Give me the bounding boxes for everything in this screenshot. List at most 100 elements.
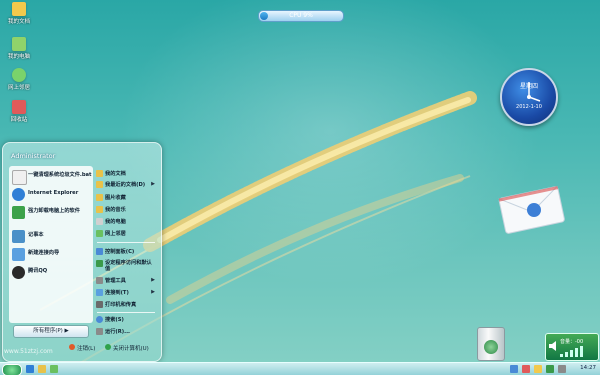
- printer-icon: [96, 301, 103, 308]
- all-programs-button[interactable]: 所有程序(P) ▶: [13, 325, 89, 338]
- places-item[interactable]: 控制面板(C): [95, 246, 157, 257]
- search-icon: [96, 316, 103, 323]
- uninstall-icon: [12, 206, 25, 219]
- places-item-label: 管理工具: [105, 278, 126, 284]
- clock-gadget[interactable]: 星期四 2012-1-10: [500, 68, 558, 126]
- taskbar: 14:27: [0, 362, 600, 375]
- desktop-icon-label: 我的文档: [7, 19, 30, 25]
- desktop-icon-docs[interactable]: 我的文档: [2, 2, 36, 25]
- qq-icon: [12, 266, 25, 279]
- pinned-item-label: 一键清理系统垃圾文件.bat: [28, 172, 92, 178]
- logoff-icon: [69, 344, 75, 350]
- clock-hands-icon: [527, 82, 541, 102]
- computer-icon: [96, 218, 103, 225]
- desktop-icon-label: 回收站: [10, 117, 28, 123]
- recycle-icon: [484, 340, 498, 354]
- volume-bars-icon: [560, 346, 583, 357]
- pinned-programs: 一键清理系统垃圾文件.bat Internet Explorer 强力卸载电脑上…: [9, 166, 93, 323]
- music-icon: [96, 206, 103, 213]
- places-item[interactable]: 图片收藏: [95, 192, 157, 203]
- shutdown-button[interactable]: 关闭计算机(U): [113, 344, 149, 352]
- menu-divider: [97, 312, 155, 313]
- ie-icon: [12, 188, 25, 201]
- admin-tools-icon: [96, 277, 103, 284]
- taskbar-clock[interactable]: 14:27: [580, 365, 596, 371]
- places-item[interactable]: 打印机和传真: [95, 299, 157, 310]
- network-icon: [12, 68, 26, 82]
- volume-label: 音量：-00: [560, 339, 584, 345]
- tray-network-icon[interactable]: [510, 365, 518, 373]
- places-item-label: 我的电脑: [105, 219, 126, 225]
- clock-date: 2012-1-10: [516, 104, 542, 110]
- mail-gadget-icon[interactable]: [496, 186, 568, 236]
- chevron-right-icon: ▶: [151, 277, 155, 283]
- desktop: 我的文档 我的电脑 网上邻居 回收站 CPU 9% 星期四 2012-1-10: [0, 0, 600, 375]
- pinned-item[interactable]: Internet Explorer: [12, 186, 92, 204]
- places-item[interactable]: 管理工具 ▶: [95, 275, 157, 286]
- recycle-bin-gadget[interactable]: [477, 327, 505, 361]
- folder-quicklaunch-icon[interactable]: [38, 365, 46, 373]
- desktop-icon-recycle[interactable]: 回收站: [2, 100, 36, 123]
- pinned-item[interactable]: 记事本: [12, 228, 92, 246]
- start-menu-username: Administrator: [11, 152, 56, 160]
- desktop-icon-network[interactable]: 网上邻居: [2, 68, 36, 91]
- pinned-item[interactable]: 新建连接向导: [12, 246, 92, 264]
- places-item[interactable]: 我最近的文档(D) ▶: [95, 179, 157, 190]
- places-item[interactable]: 运行(R)...: [95, 326, 157, 337]
- start-button[interactable]: [2, 364, 22, 375]
- connect-icon: [96, 289, 103, 296]
- places-item-label: 搜索(S): [105, 317, 124, 323]
- places-item-label: 运行(R)...: [105, 329, 131, 335]
- tray-ime-icon[interactable]: [558, 365, 566, 373]
- cpu-meter: CPU 9%: [258, 10, 344, 22]
- chevron-right-icon: ▶: [151, 289, 155, 295]
- docs-icon: [96, 170, 103, 177]
- pinned-item[interactable]: 强力卸载电脑上的软件: [12, 204, 92, 222]
- places-item-label: 我最近的文档(D): [105, 182, 146, 188]
- logoff-button[interactable]: 注销(L): [77, 344, 95, 352]
- pinned-item-label: 腾讯QQ: [28, 268, 48, 274]
- desktop-icon-label: 我的电脑: [7, 54, 30, 60]
- folder-icon: [12, 2, 26, 16]
- cpu-meter-label: CPU 9%: [289, 12, 313, 19]
- volume-gadget[interactable]: 音量：-00: [545, 333, 599, 361]
- notepad-icon: [12, 230, 25, 243]
- chevron-right-icon: ▶: [151, 181, 155, 187]
- places-item-label: 设定程序访问和默认值: [105, 260, 152, 272]
- run-icon: [96, 328, 103, 335]
- places-item[interactable]: 连接到(T) ▶: [95, 287, 157, 298]
- places-item[interactable]: 网上邻居: [95, 228, 157, 239]
- ie-quicklaunch-icon[interactable]: [26, 365, 34, 373]
- pictures-icon: [96, 194, 103, 201]
- defaults-icon: [96, 260, 103, 267]
- places-item[interactable]: 我的文档: [95, 168, 157, 179]
- places-item-label: 我的文档: [105, 171, 126, 177]
- places-item-label: 网上邻居: [105, 231, 126, 237]
- places-item[interactable]: 设定程序访问和默认值: [95, 258, 157, 273]
- desktop-quicklaunch-icon[interactable]: [50, 365, 58, 373]
- desktop-icon-computer[interactable]: 我的电脑: [2, 37, 36, 60]
- tray-sound-icon[interactable]: [546, 365, 554, 373]
- places-item[interactable]: 我的音乐: [95, 204, 157, 215]
- tray-security-icon[interactable]: [522, 365, 530, 373]
- places-item-label: 我的音乐: [105, 207, 126, 213]
- pinned-item-label: 新建连接向导: [28, 250, 60, 256]
- speaker-icon: [549, 341, 556, 351]
- pinned-item[interactable]: 腾讯QQ: [12, 264, 92, 282]
- places-item[interactable]: 搜索(S): [95, 314, 157, 325]
- recent-icon: [96, 181, 103, 188]
- tray-qq-icon[interactable]: [534, 365, 542, 373]
- shutdown-icon: [105, 344, 111, 350]
- start-menu: Administrator 一键清理系统垃圾文件.bat Internet Ex…: [2, 142, 162, 362]
- computer-icon: [12, 37, 26, 51]
- places-item-label: 连接到(T): [105, 290, 129, 296]
- pinned-item[interactable]: 一键清理系统垃圾文件.bat: [12, 168, 92, 186]
- pinned-item-label: Internet Explorer: [28, 190, 79, 196]
- doc-icon: [12, 170, 27, 185]
- desktop-icon-label: 网上邻居: [7, 85, 30, 91]
- control-panel-icon: [96, 248, 103, 255]
- menu-divider: [97, 242, 155, 243]
- places-item[interactable]: 我的电脑: [95, 216, 157, 227]
- places-item-label: 图片收藏: [105, 195, 126, 201]
- watermark: www.51ztzj.com: [4, 348, 53, 355]
